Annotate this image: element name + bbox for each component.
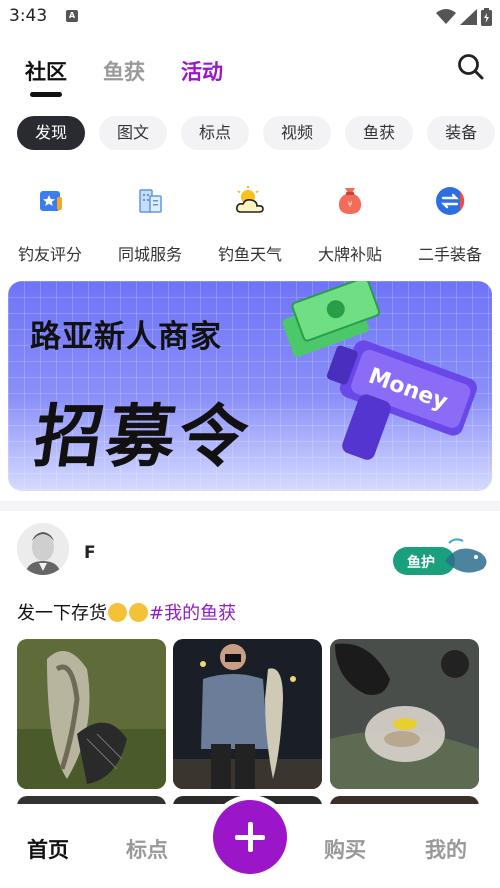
post-photo[interactable]	[17, 639, 166, 789]
shortcut-second-hand-gear[interactable]: 二手装备	[400, 183, 500, 265]
tab-indicator	[30, 92, 62, 97]
sim-notification-icon: A	[66, 10, 78, 22]
battery-icon	[481, 8, 492, 26]
chip-spots[interactable]: 标点	[181, 116, 250, 150]
post-photo[interactable]	[173, 639, 322, 789]
shortcut-local-service[interactable]: 同城服务	[100, 183, 200, 265]
avatar-portrait-image	[17, 523, 69, 575]
add-post-button[interactable]	[213, 800, 287, 874]
search-icon[interactable]	[456, 52, 486, 82]
shortcut-label: 钓友评分	[17, 245, 82, 264]
post-hashtag[interactable]: #我的鱼获	[149, 603, 236, 624]
money-bag-icon: ¥	[338, 188, 362, 214]
tab-community[interactable]: 社区	[25, 56, 67, 86]
star-card-icon	[40, 191, 62, 211]
shortcut-angler-rating[interactable]: 钓友评分	[0, 183, 100, 265]
shushing-face-emoji-icon	[129, 603, 148, 622]
section-divider	[0, 501, 500, 511]
chip-video[interactable]: 视频	[263, 116, 332, 150]
svg-text:¥: ¥	[347, 200, 352, 209]
status-icons	[436, 8, 492, 26]
wifi-icon	[436, 9, 456, 24]
nav-home[interactable]: 首页	[27, 834, 69, 864]
fish-guard-badge[interactable]: 鱼护	[393, 535, 493, 587]
banner-headline: 招募令	[29, 397, 257, 477]
shortcut-brand-subsidy[interactable]: ¥ 大牌补贴	[300, 183, 400, 265]
fish-guard-label: 鱼护	[407, 554, 435, 571]
chip-discover[interactable]: 发现	[17, 116, 86, 150]
nav-buy[interactable]: 购买	[324, 834, 366, 864]
building-icon	[139, 189, 162, 213]
shortcut-fishing-weather[interactable]: 钓鱼天气	[200, 183, 300, 265]
avatar[interactable]	[17, 523, 69, 575]
post-photo[interactable]	[330, 639, 479, 789]
shortcut-label: 大牌补贴	[317, 245, 382, 264]
money-gun-illustration: Money	[282, 281, 477, 460]
chip-image-text[interactable]: 图文	[99, 116, 168, 150]
shortcut-label: 同城服务	[117, 245, 182, 264]
post-text: 发一下存货 #我的鱼获	[17, 599, 236, 625]
status-time: 3:43	[9, 6, 48, 26]
chip-gear[interactable]: 装备	[427, 116, 496, 150]
sun-cloud-icon	[236, 186, 264, 213]
banner-title: 路亚新人商家	[30, 319, 222, 355]
tab-catch[interactable]: 鱼获	[103, 56, 145, 86]
shortcut-row: 钓友评分 同城服务 钓鱼天气 ¥ 大牌补贴 二手装备	[0, 183, 500, 265]
nav-mine[interactable]: 我的	[425, 834, 467, 864]
signal-icon	[460, 9, 477, 25]
shushing-face-emoji-icon	[108, 603, 127, 622]
chip-catch[interactable]: 鱼获	[345, 116, 414, 150]
post-text-body: 发一下存货	[17, 603, 107, 624]
category-chips: 发现 图文 标点 视频 鱼获 装备	[17, 116, 500, 152]
top-tabs: 社区 鱼获 活动	[0, 52, 500, 102]
status-bar: 3:43 A	[0, 0, 500, 34]
post-author-name[interactable]: F	[84, 543, 96, 563]
nav-spots[interactable]: 标点	[126, 834, 168, 864]
shortcut-label: 钓鱼天气	[217, 245, 282, 264]
tab-activity[interactable]: 活动	[181, 56, 223, 86]
shortcut-label: 二手装备	[417, 245, 482, 264]
exchange-icon	[436, 187, 465, 215]
promo-banner[interactable]: 路亚新人商家 招募令 Money	[8, 281, 492, 491]
